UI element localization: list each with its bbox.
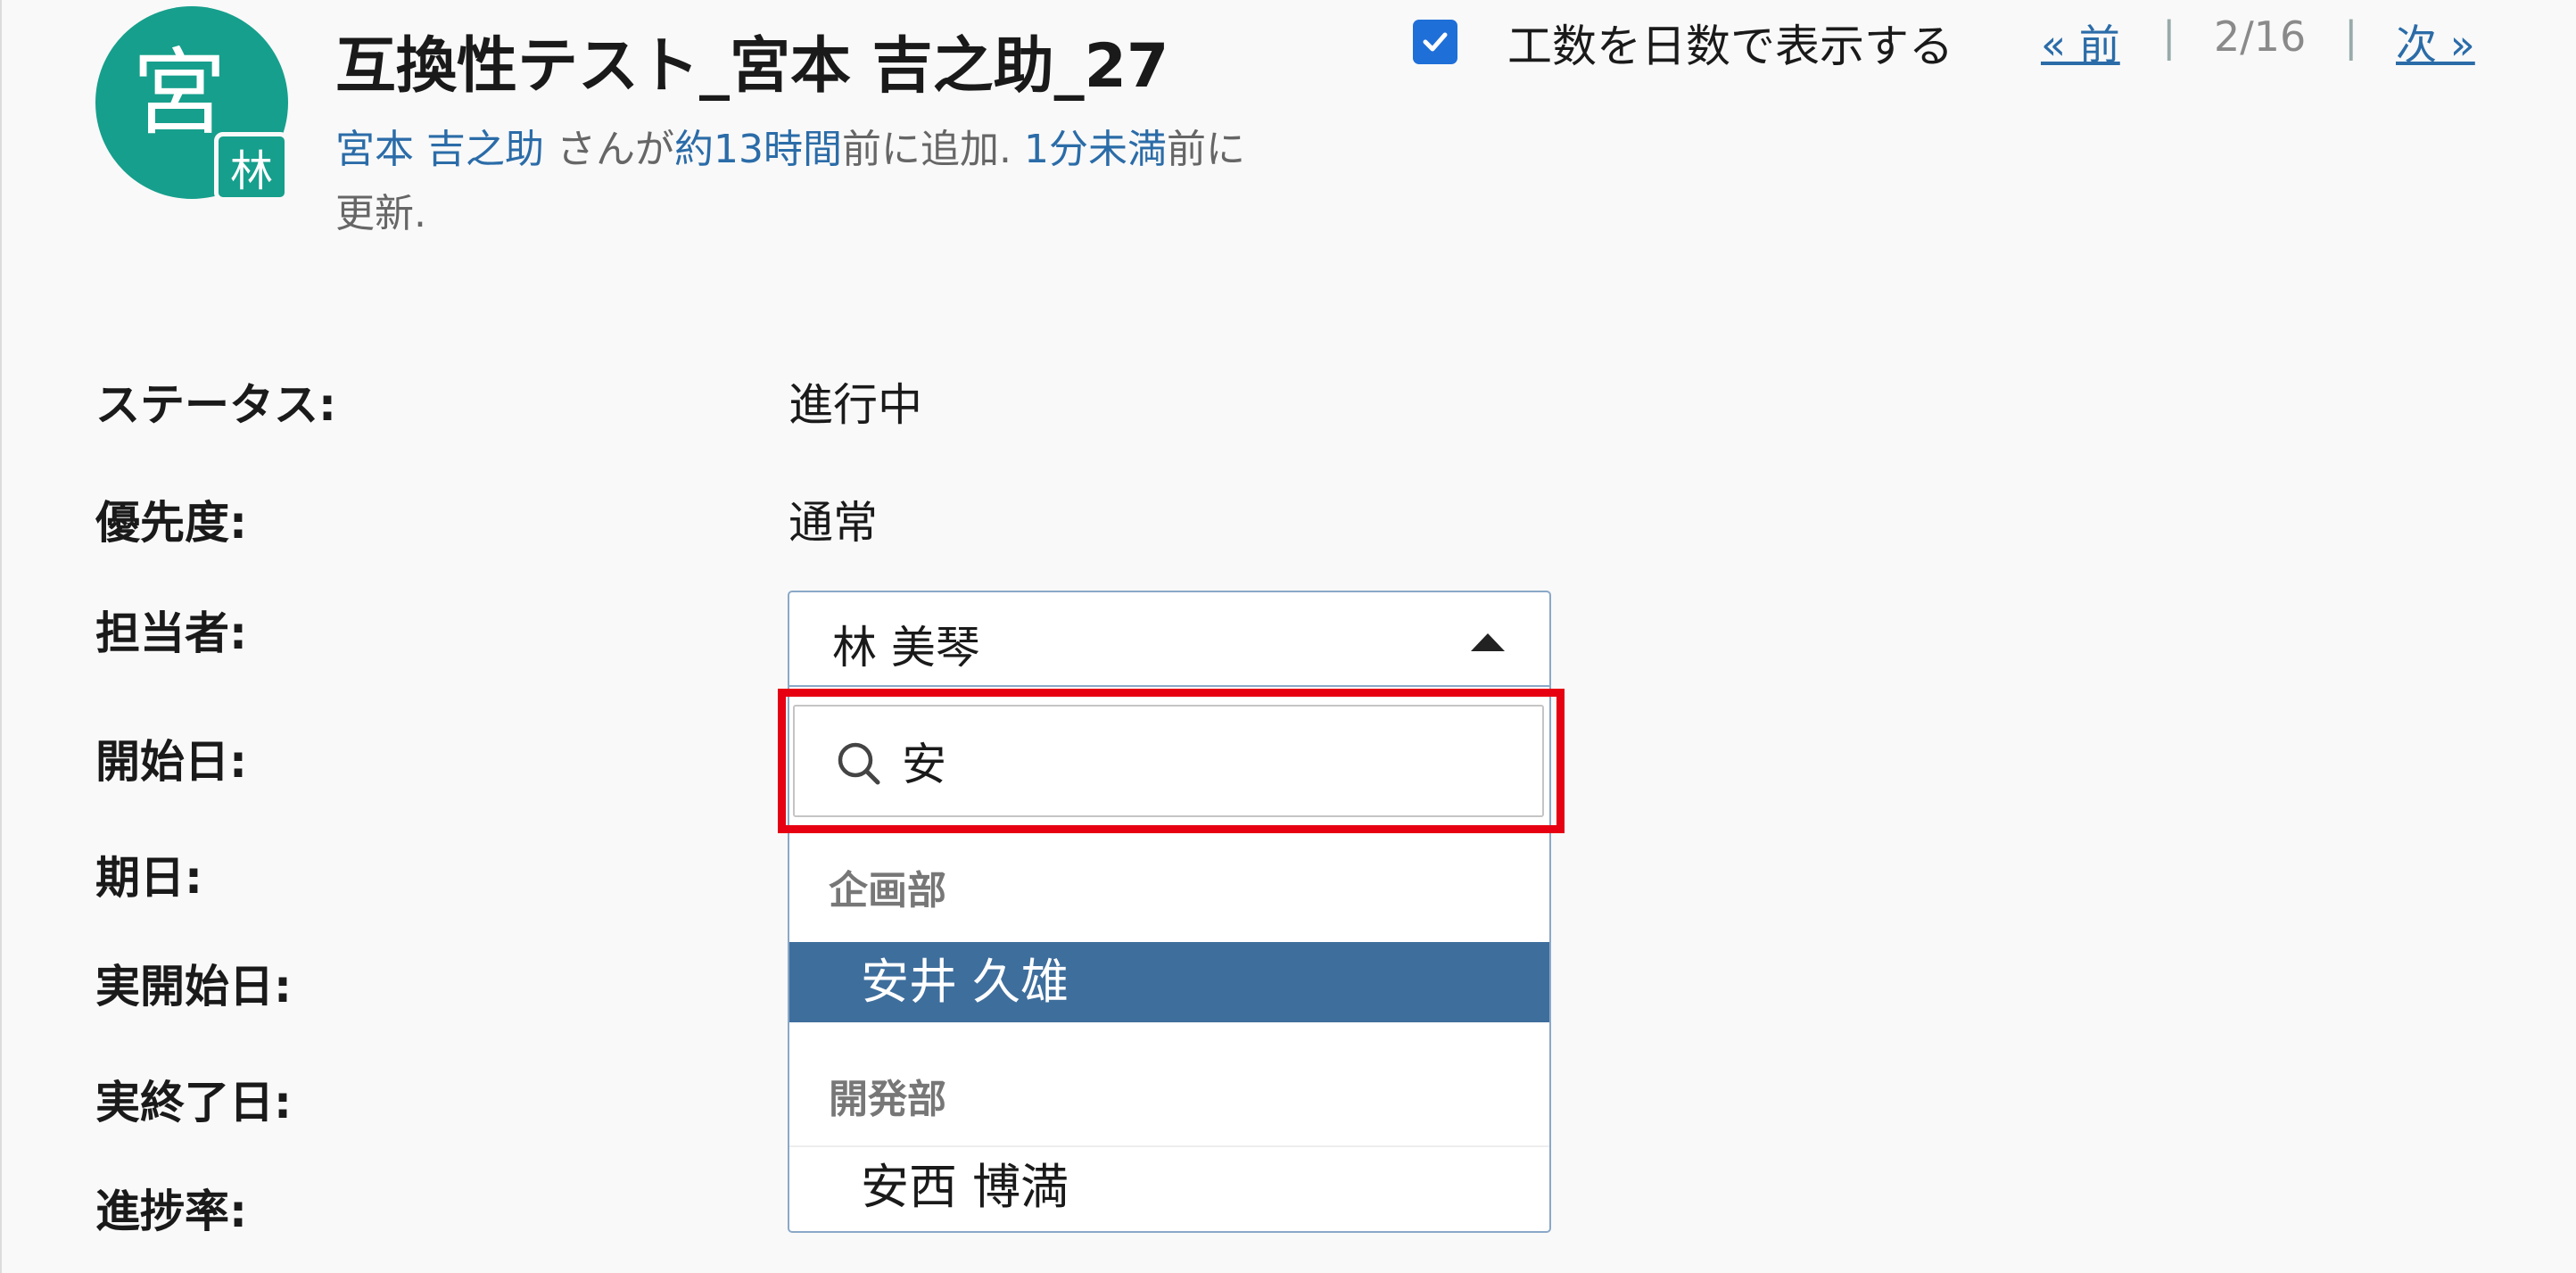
option-group-label: 企画部 bbox=[829, 868, 946, 913]
search-icon bbox=[838, 742, 880, 785]
issue-meta: 宮本 吉之助 さんが約13時間前に追加. 1分未満前に 更新. bbox=[335, 118, 1406, 246]
pager-separator: | bbox=[2344, 12, 2358, 61]
page-left-border bbox=[0, 0, 2, 1273]
meta-text: 更新. bbox=[335, 191, 426, 236]
assignee-option[interactable]: 安井 久雄 bbox=[789, 942, 1549, 1022]
checkmark-icon bbox=[1423, 32, 1448, 52]
assignee-dropdown: 企画部 安井 久雄 開発部 安西 博満 bbox=[788, 687, 1551, 1233]
avatar-initial: 宮 bbox=[132, 38, 227, 148]
added-time-link[interactable]: 約13時間 bbox=[674, 127, 842, 172]
status-value: 進行中 bbox=[788, 379, 922, 431]
pager-separator: | bbox=[2162, 12, 2176, 61]
meta-text: さんが bbox=[544, 127, 674, 172]
actual-start-date-label: 実開始日: bbox=[95, 961, 292, 1013]
start-date-label: 開始日: bbox=[95, 736, 247, 788]
show-days-checkbox[interactable] bbox=[1413, 20, 1457, 64]
caret-up-icon bbox=[1471, 633, 1505, 651]
next-link[interactable]: 次 » bbox=[2396, 12, 2475, 71]
updated-time-link[interactable]: 1分未満 bbox=[1024, 127, 1167, 172]
meta-text: 前に追加. bbox=[842, 127, 1024, 172]
progress-label: 進捗率: bbox=[95, 1186, 247, 1237]
pager-position: 2/16 bbox=[2214, 12, 2307, 61]
assignee-option[interactable]: 安西 博満 bbox=[789, 1147, 1549, 1228]
assignee-search-input[interactable] bbox=[902, 732, 1508, 790]
actual-end-date-label: 実終了日: bbox=[95, 1077, 292, 1128]
priority-label: 優先度: bbox=[95, 497, 247, 549]
assignee-label: 担当者: bbox=[95, 608, 247, 659]
prev-link[interactable]: « 前 bbox=[2041, 12, 2120, 71]
status-label: ステータス: bbox=[95, 379, 336, 431]
issue-title: 互換性テスト_宮本 吉之助_27 bbox=[335, 31, 1169, 102]
show-days-label[interactable]: 工数を日数で表示する bbox=[1507, 11, 1953, 75]
author-link[interactable]: 宮本 吉之助 bbox=[335, 127, 544, 172]
assignee-search-box[interactable] bbox=[793, 705, 1544, 817]
meta-text: 前に bbox=[1166, 127, 1245, 172]
assignee-selected-value: 林 美琴 bbox=[832, 622, 980, 674]
assignee-avatar-badge: 林 bbox=[214, 132, 289, 202]
priority-value: 通常 bbox=[788, 497, 878, 549]
assignee-select[interactable]: 林 美琴 bbox=[788, 591, 1551, 687]
option-group-label: 開発部 bbox=[829, 1077, 946, 1122]
due-date-label: 期日: bbox=[95, 852, 202, 904]
